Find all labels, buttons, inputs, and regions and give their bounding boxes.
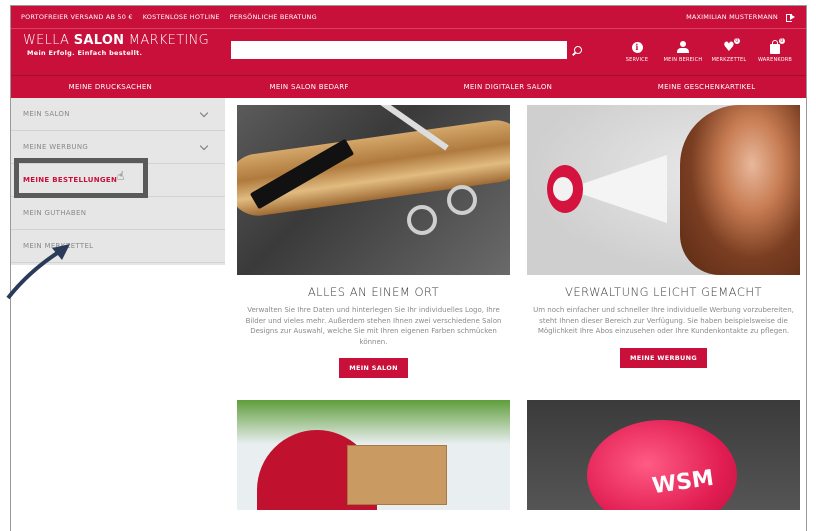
browser-frame: PORTOFREIER VERSAND AB 50 € KOSTENLOSE H… xyxy=(10,5,807,531)
cart-button[interactable]: 0 WARENKORB xyxy=(754,37,796,63)
card-salon: ALLES AN EINEM ORT Verwalten Sie Ihre Da… xyxy=(237,105,510,378)
nav-item-salon-bedarf[interactable]: MEIN SALON BEDARF xyxy=(210,76,409,98)
nav-item-digitaler-salon[interactable]: MEIN DIGITALER SALON xyxy=(409,76,608,98)
wishlist-badge: 0 xyxy=(732,37,741,45)
card-text: Verwalten Sie Ihre Daten und hinterlegen… xyxy=(245,306,502,346)
search-icon xyxy=(574,46,582,54)
card-werbung: VERWALTUNG LEICHT GEMACHT Um noch einfac… xyxy=(527,105,800,378)
chevron-down-icon[interactable] xyxy=(199,141,209,150)
logout-icon[interactable] xyxy=(786,13,796,22)
account-label: MEIN BEREICH xyxy=(663,57,703,63)
header-icons: i SERVICE MEIN BEREICH ♥ 0 MERKZETTEL 0 xyxy=(616,37,796,63)
cart-badge: 0 xyxy=(778,37,786,45)
service-label: SERVICE xyxy=(625,57,649,63)
meine-werbung-button[interactable]: MEINE WERBUNG xyxy=(620,347,707,368)
logo-tagline: Mein Erfolg. Einfach bestellt. xyxy=(27,49,143,57)
logo-part-salon: SALON xyxy=(73,33,125,48)
wishlist-label: MERKZETTEL xyxy=(711,57,747,63)
sidebar-item-label: MEIN GUTHABEN xyxy=(23,209,87,217)
top-links: PORTOFREIER VERSAND AB 50 € KOSTENLOSE H… xyxy=(21,13,317,21)
sidebar-item-label: MEIN SALON xyxy=(23,110,70,118)
card-title: VERWALTUNG LEICHT GEMACHT xyxy=(564,285,763,299)
nav-item-geschenkartikel[interactable]: MEINE GESCHENKARTIKEL xyxy=(607,76,806,98)
nav-item-drucksachen[interactable]: MEINE DRUCKSACHEN xyxy=(11,76,210,98)
user-area: MAXIMILIAN MUSTERMANN xyxy=(686,13,796,22)
user-name[interactable]: MAXIMILIAN MUSTERMANN xyxy=(686,13,778,21)
top-link-hotline[interactable]: KOSTENLOSE HOTLINE xyxy=(143,13,220,21)
cart-label: WARENKORB xyxy=(757,57,793,63)
card-piggy: WSM xyxy=(527,400,800,510)
chevron-down-icon[interactable] xyxy=(199,108,209,117)
user-icon xyxy=(677,41,689,53)
sidebar-item-label: MEINE WERBUNG xyxy=(23,143,89,151)
top-link-consulting[interactable]: PERSÖNLICHE BERATUNG xyxy=(230,13,317,21)
search-button[interactable] xyxy=(567,41,589,59)
card-title: ALLES AN EINEM ORT xyxy=(307,285,440,299)
card-delivery xyxy=(237,400,510,510)
account-button[interactable]: MEIN BEREICH xyxy=(662,37,704,63)
wishlist-button[interactable]: ♥ 0 MERKZETTEL xyxy=(708,37,750,63)
mein-salon-button[interactable]: MEIN SALON xyxy=(339,358,408,378)
delivery-image xyxy=(237,400,510,510)
logo-part-wella: WELLA xyxy=(23,33,74,48)
service-button[interactable]: i SERVICE xyxy=(616,37,658,63)
piggy-bank-image: WSM xyxy=(527,400,800,510)
cards-grid: ALLES AN EINEM ORT Verwalten Sie Ihre Da… xyxy=(237,105,806,510)
search-input[interactable] xyxy=(231,41,567,59)
arrow-pointer-icon xyxy=(6,244,70,300)
search-bar xyxy=(231,41,589,59)
header: WELLA SALON MARKETING Mein Erfolg. Einfa… xyxy=(11,28,806,75)
megaphone-image xyxy=(527,105,800,275)
hand-cursor-icon: ☝ xyxy=(117,169,125,183)
logo-part-marketing: MARKETING xyxy=(124,33,209,48)
info-icon: i xyxy=(631,41,643,53)
top-bar: PORTOFREIER VERSAND AB 50 € KOSTENLOSE H… xyxy=(11,6,806,28)
top-link-shipping[interactable]: PORTOFREIER VERSAND AB 50 € xyxy=(21,13,133,21)
card-text: Um noch einfacher und schneller Ihre ind… xyxy=(533,306,794,335)
hair-scissors-image xyxy=(237,105,510,275)
main-content: ALLES AN EINEM ORT Verwalten Sie Ihre Da… xyxy=(225,98,806,510)
sidebar-item-salon[interactable]: MEIN SALON xyxy=(11,98,225,131)
logo[interactable]: WELLA SALON MARKETING Mein Erfolg. Einfa… xyxy=(23,33,223,57)
highlight-box xyxy=(14,158,148,198)
bag-icon xyxy=(770,40,780,54)
main-nav: MEINE DRUCKSACHEN MEIN SALON BEDARF MEIN… xyxy=(11,75,806,98)
logo-wordmark: WELLA SALON MARKETING xyxy=(23,33,223,49)
